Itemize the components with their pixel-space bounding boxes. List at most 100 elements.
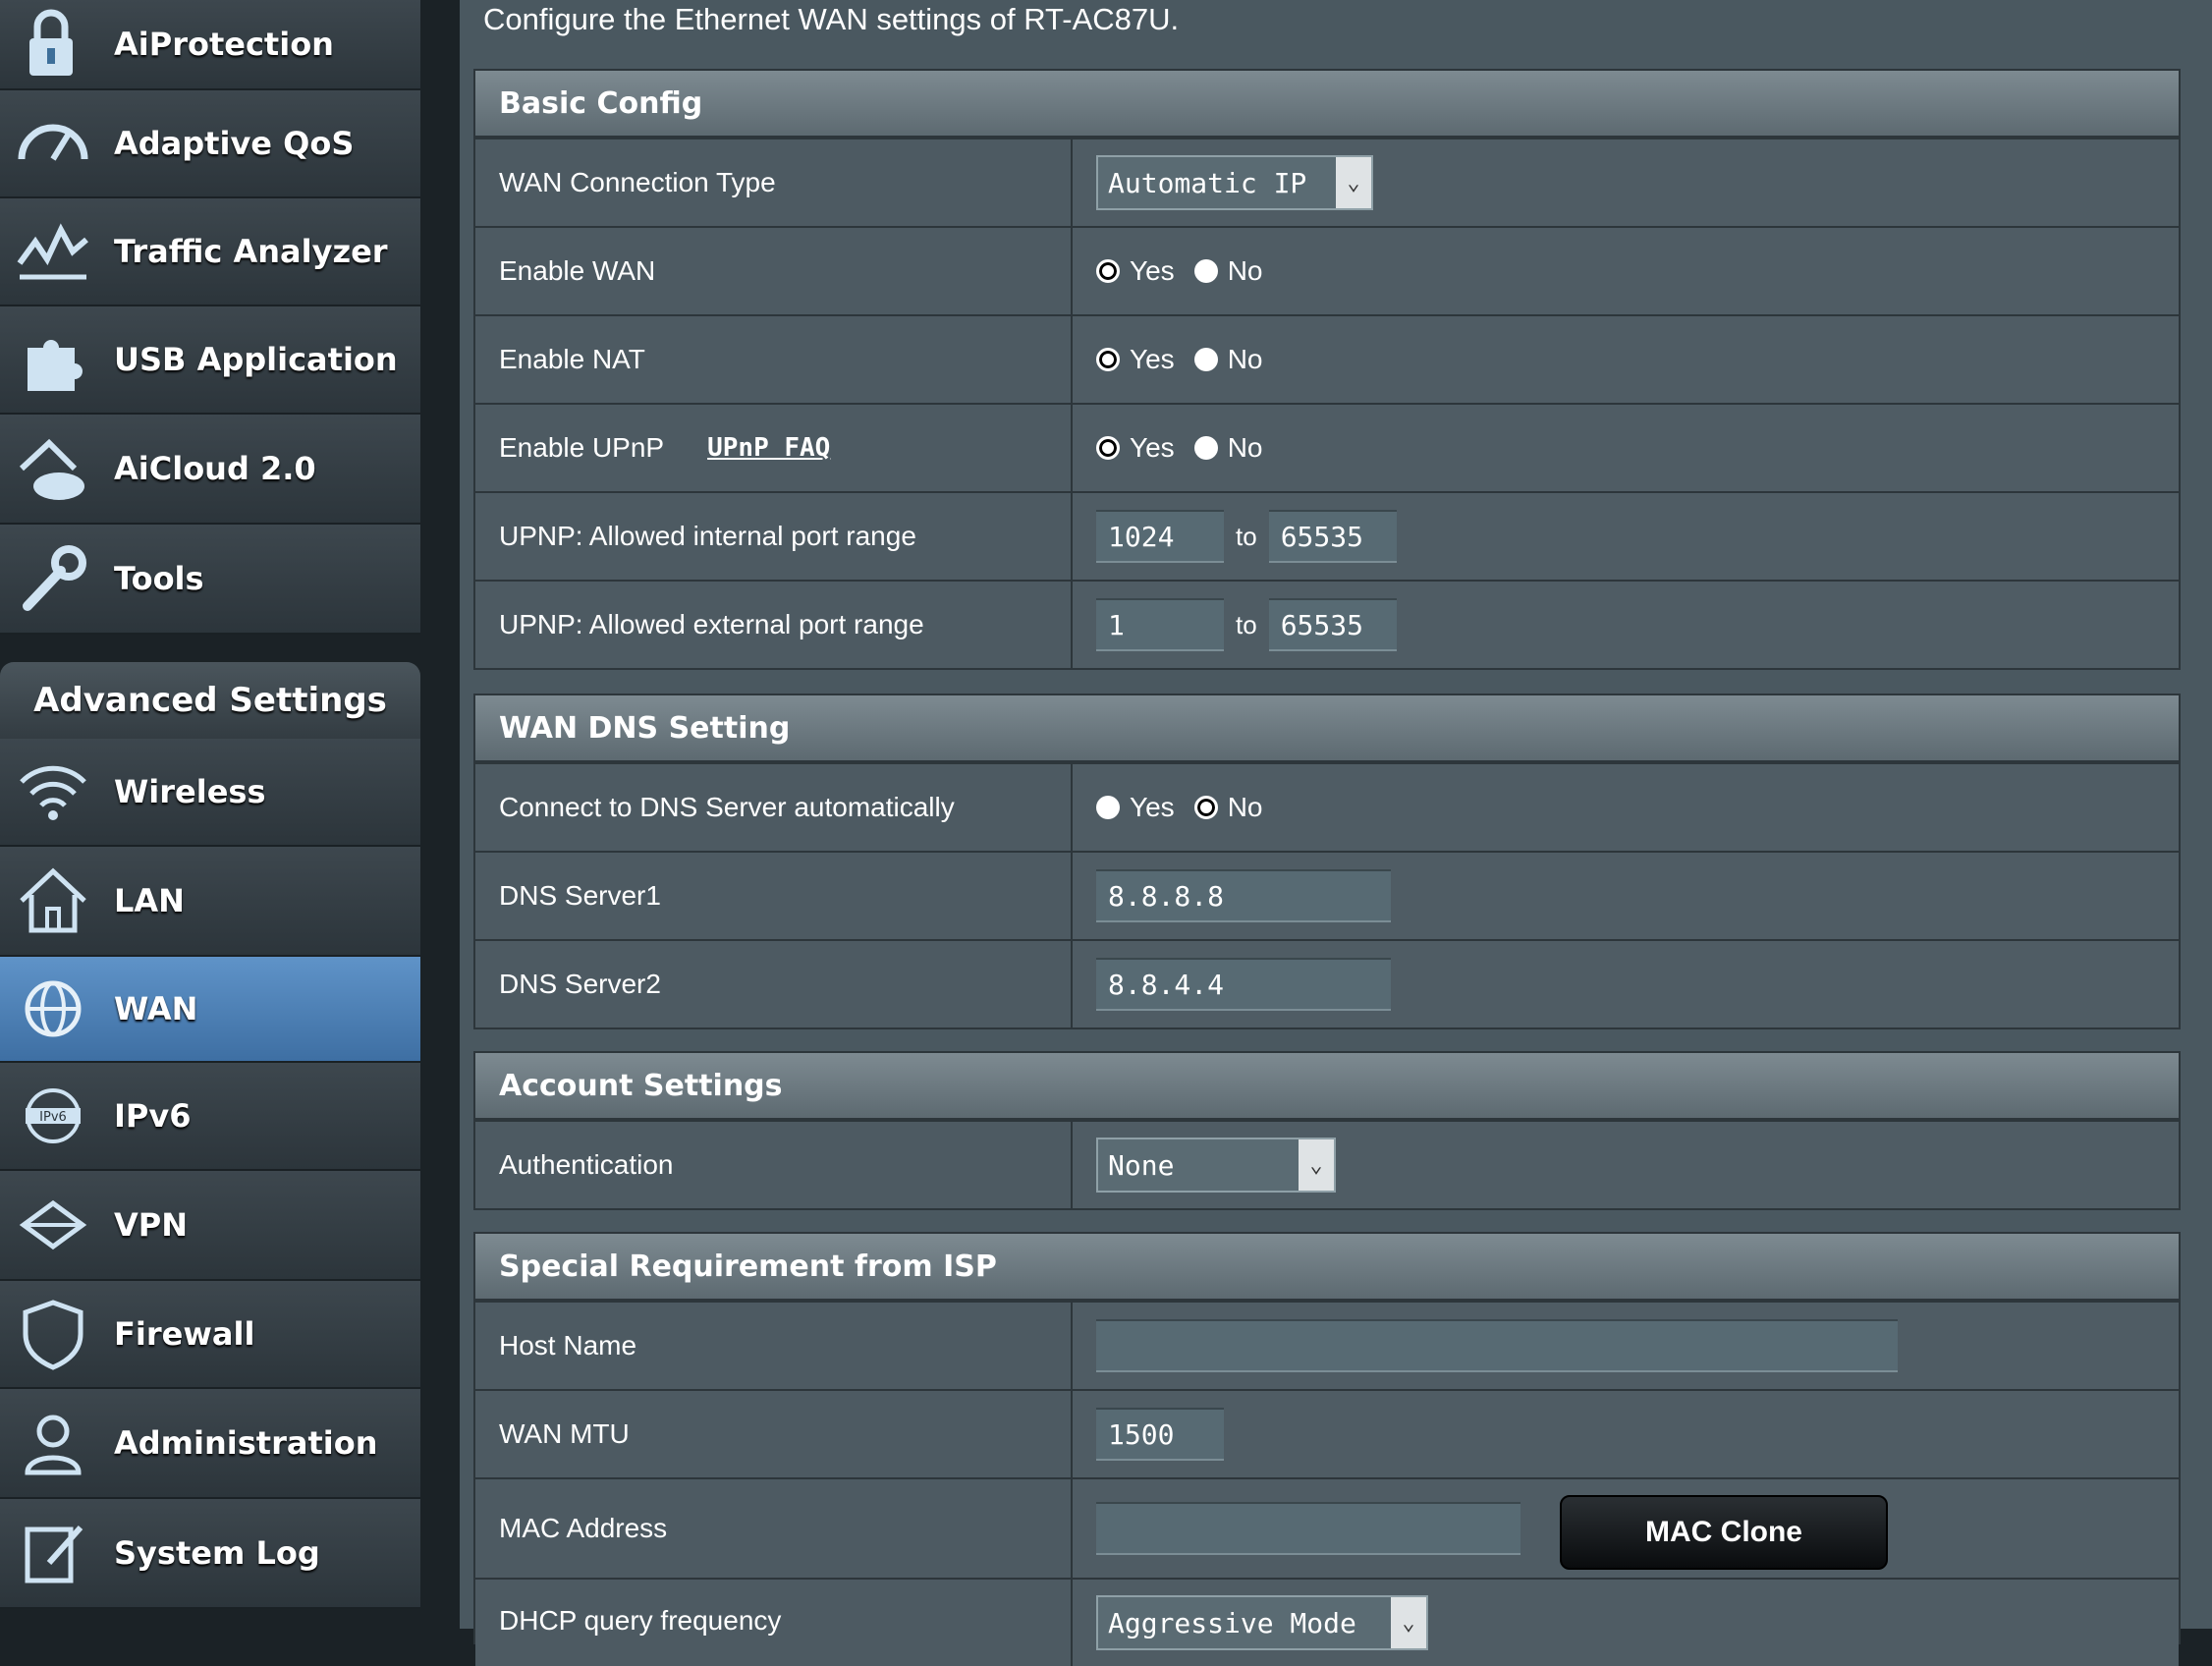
dns-server2-row: DNS Server2 8.8.4.4 bbox=[475, 939, 2179, 1027]
dhcp-query-row: DHCP query frequency Aggressive Mode ⌄ bbox=[475, 1578, 2179, 1666]
enable-upnp-no-radio[interactable]: No bbox=[1193, 432, 1262, 464]
upnp-external-from-input[interactable]: 1 bbox=[1096, 598, 1224, 651]
nav-item-aiprotection[interactable]: AiProtection bbox=[0, 0, 420, 90]
mac-clone-button[interactable]: MAC Clone bbox=[1560, 1495, 1888, 1570]
nav-item-traffic-analyzer[interactable]: Traffic Analyzer bbox=[0, 198, 420, 306]
wifi-icon bbox=[14, 752, 92, 831]
nav-label: Wireless bbox=[114, 773, 266, 810]
dns-server2-input[interactable]: 8.8.4.4 bbox=[1096, 958, 1391, 1011]
user-icon bbox=[14, 1404, 92, 1482]
enable-wan-row: Enable WAN Yes No bbox=[475, 226, 2179, 314]
nav-item-aicloud[interactable]: AiCloud 2.0 bbox=[0, 415, 420, 525]
enable-upnp-label: Enable UPnP bbox=[499, 432, 665, 463]
sidebar: AiProtection Adaptive QoS Traffic Analyz… bbox=[0, 0, 420, 1629]
nav-label: AiProtection bbox=[114, 26, 334, 63]
account-settings-section: Account Settings Authentication None ⌄ bbox=[473, 1051, 2181, 1210]
nav-item-wan[interactable]: WAN bbox=[0, 957, 420, 1063]
advanced-settings-header: Advanced Settings bbox=[0, 662, 420, 739]
chevron-down-icon: ⌄ bbox=[1336, 157, 1371, 208]
upnp-internal-from-input[interactable]: 1024 bbox=[1096, 510, 1224, 563]
section-title: WAN DNS Setting bbox=[475, 695, 2179, 762]
nav-item-adaptive-qos[interactable]: Adaptive QoS bbox=[0, 90, 420, 198]
ipv6-globe-icon: IPv6 bbox=[14, 1077, 92, 1155]
enable-wan-no-radio[interactable]: No bbox=[1193, 255, 1263, 287]
speedometer-icon bbox=[14, 104, 92, 183]
row-label: WAN Connection Type bbox=[475, 139, 1073, 226]
dns-auto-yes-radio[interactable]: Yes bbox=[1096, 792, 1175, 823]
nav-label: AiCloud 2.0 bbox=[114, 450, 316, 487]
enable-wan-yes-radio[interactable]: Yes bbox=[1096, 255, 1175, 287]
main-panel: Configure the Ethernet WAN settings of R… bbox=[460, 0, 2212, 1666]
nav-label: Adaptive QoS bbox=[114, 125, 355, 162]
lock-icon bbox=[14, 5, 92, 83]
enable-nat-row: Enable NAT Yes No bbox=[475, 314, 2179, 403]
radio-label: No bbox=[1227, 792, 1263, 822]
radio-label: Yes bbox=[1130, 792, 1175, 822]
row-label: Enable UPnP UPnP FAQ bbox=[475, 405, 1073, 491]
nav-item-administration[interactable]: Administration bbox=[0, 1389, 420, 1499]
nav-label: WAN bbox=[114, 990, 198, 1027]
chevron-down-icon: ⌄ bbox=[1391, 1597, 1426, 1648]
enable-upnp-row: Enable UPnP UPnP FAQ Yes No bbox=[475, 403, 2179, 491]
nav-item-wireless[interactable]: Wireless bbox=[0, 739, 420, 847]
enable-nat-yes-radio[interactable]: Yes bbox=[1096, 344, 1175, 375]
chevron-down-icon: ⌄ bbox=[1299, 1139, 1334, 1191]
authentication-select[interactable]: None ⌄ bbox=[1096, 1138, 1336, 1193]
nav-label: VPN bbox=[114, 1206, 188, 1244]
wan-connection-type-select[interactable]: Automatic IP ⌄ bbox=[1096, 155, 1373, 210]
dns-auto-no-radio[interactable]: No bbox=[1193, 792, 1263, 823]
section-title: Basic Config bbox=[475, 71, 2179, 138]
row-label: Connect to DNS Server automatically bbox=[475, 764, 1073, 851]
radio-label: Yes bbox=[1130, 344, 1175, 374]
nav-item-ipv6[interactable]: IPv6 IPv6 bbox=[0, 1063, 420, 1171]
mac-address-row: MAC Address MAC Clone bbox=[475, 1477, 2179, 1578]
nav-label: Firewall bbox=[114, 1315, 255, 1353]
host-name-row: Host Name bbox=[475, 1301, 2179, 1389]
radio-label: No bbox=[1227, 255, 1263, 286]
nav-label: Administration bbox=[114, 1424, 378, 1462]
svg-text:IPv6: IPv6 bbox=[39, 1110, 67, 1125]
nav-label: IPv6 bbox=[114, 1097, 192, 1135]
upnp-external-to-input[interactable]: 65535 bbox=[1268, 598, 1397, 651]
shield-icon bbox=[14, 1295, 92, 1373]
mac-address-input[interactable] bbox=[1096, 1502, 1521, 1555]
nav-item-usb-application[interactable]: USB Application bbox=[0, 306, 420, 415]
nav-label: Traffic Analyzer bbox=[114, 233, 388, 270]
host-name-input[interactable] bbox=[1096, 1319, 1898, 1372]
nav-item-vpn[interactable]: VPN bbox=[0, 1171, 420, 1281]
dhcp-query-frequency-select[interactable]: Aggressive Mode ⌄ bbox=[1096, 1595, 1428, 1650]
select-value: Aggressive Mode bbox=[1108, 1606, 1356, 1639]
row-label: Authentication bbox=[475, 1122, 1073, 1208]
row-label: DNS Server1 bbox=[475, 853, 1073, 939]
wan-mtu-row: WAN MTU 1500 bbox=[475, 1389, 2179, 1477]
enable-nat-no-radio[interactable]: No bbox=[1193, 344, 1262, 375]
nav-item-lan[interactable]: LAN bbox=[0, 847, 420, 957]
globe-icon bbox=[14, 970, 92, 1048]
nav-label: System Log bbox=[114, 1534, 320, 1572]
select-value: None bbox=[1108, 1148, 1175, 1182]
nav-item-system-log[interactable]: System Log bbox=[0, 1499, 420, 1609]
dns-server1-row: DNS Server1 8.8.8.8 bbox=[475, 851, 2179, 939]
row-label: Enable WAN bbox=[475, 228, 1073, 314]
range-to-label: to bbox=[1236, 521, 1257, 551]
nav-item-tools[interactable]: Tools bbox=[0, 525, 420, 635]
vpn-icon bbox=[14, 1186, 92, 1264]
nav-label: LAN bbox=[114, 882, 185, 919]
wan-mtu-input[interactable]: 1500 bbox=[1096, 1408, 1224, 1461]
nav-item-firewall[interactable]: Firewall bbox=[0, 1281, 420, 1389]
radio-label: Yes bbox=[1130, 432, 1175, 463]
row-label: DHCP query frequency bbox=[475, 1580, 1073, 1666]
edit-log-icon bbox=[14, 1514, 92, 1592]
upnp-internal-to-input[interactable]: 65535 bbox=[1268, 510, 1397, 563]
dns-server1-input[interactable]: 8.8.8.8 bbox=[1096, 869, 1391, 922]
upnp-external-range-row: UPNP: Allowed external port range 1 to 6… bbox=[475, 580, 2179, 668]
select-value: Automatic IP bbox=[1108, 166, 1307, 199]
enable-upnp-yes-radio[interactable]: Yes bbox=[1096, 432, 1175, 464]
row-label: WAN MTU bbox=[475, 1391, 1073, 1477]
section-title: Special Requirement from ISP bbox=[475, 1234, 2179, 1301]
upnp-faq-link[interactable]: UPnP FAQ bbox=[707, 433, 830, 463]
row-label: MAC Address bbox=[475, 1479, 1073, 1578]
row-label: DNS Server2 bbox=[475, 941, 1073, 1027]
authentication-row: Authentication None ⌄ bbox=[475, 1120, 2179, 1208]
nav-label: USB Application bbox=[114, 341, 398, 378]
